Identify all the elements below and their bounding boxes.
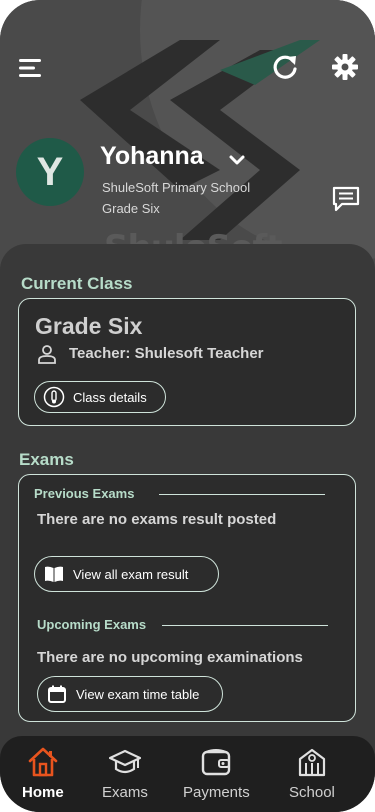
view-all-results-label: View all exam result [73, 566, 189, 582]
nav-school-label: School [289, 784, 335, 801]
person-icon [38, 345, 56, 364]
previous-divider [159, 494, 325, 495]
home-icon [28, 747, 58, 777]
refresh-icon[interactable] [268, 50, 302, 84]
upcoming-exams-empty: There are no upcoming examinations [37, 649, 303, 666]
calendar-icon [46, 683, 68, 705]
wallet-icon [202, 749, 231, 776]
nav-payments-label: Payments [183, 784, 250, 801]
teacher-name: Teacher: Shulesoft Teacher [69, 345, 264, 362]
nav-home-label: Home [22, 784, 64, 801]
nav-payments[interactable]: Payments [183, 746, 250, 801]
app-screen: ShuleSoft [0, 0, 375, 812]
previous-exams-empty: There are no exams result posted [37, 511, 277, 528]
nav-exams-label: Exams [102, 784, 148, 801]
grade-label: Grade Six [102, 201, 160, 216]
current-class-card: Grade Six Teacher: Shulesoft Teacher Cla… [18, 298, 356, 426]
avatar[interactable]: Y [16, 138, 84, 206]
exams-heading: Exams [19, 450, 74, 469]
school-name: ShuleSoft Primary School [102, 180, 251, 195]
exams-card: Previous Exams There are no exams result… [18, 474, 356, 722]
upcoming-divider [162, 625, 328, 626]
school-icon [298, 748, 326, 777]
thermometer-icon [43, 386, 65, 408]
gear-icon[interactable] [328, 50, 362, 84]
nav-home[interactable]: Home [22, 746, 64, 801]
class-details-button[interactable]: Class details [34, 381, 166, 413]
chevron-down-icon[interactable] [227, 150, 247, 170]
book-icon [43, 563, 65, 585]
class-name: Grade Six [35, 313, 143, 339]
view-timetable-button[interactable]: View exam time table [37, 676, 223, 712]
view-all-results-button[interactable]: View all exam result [34, 556, 219, 592]
upcoming-exams-title: Upcoming Exams [37, 617, 147, 632]
bottom-navigation: Home Exams Payments School [0, 736, 375, 812]
current-class-heading: Current Class [21, 274, 133, 293]
graduation-cap-icon [108, 749, 141, 774]
class-details-label: Class details [73, 389, 147, 405]
user-name[interactable]: Yohanna [100, 142, 204, 171]
view-timetable-label: View exam time table [76, 686, 200, 702]
nav-exams[interactable]: Exams [102, 746, 148, 801]
nav-school[interactable]: School [289, 746, 335, 801]
message-icon[interactable] [331, 185, 361, 213]
previous-exams-title: Previous Exams [34, 486, 135, 501]
menu-icon[interactable] [14, 52, 46, 84]
